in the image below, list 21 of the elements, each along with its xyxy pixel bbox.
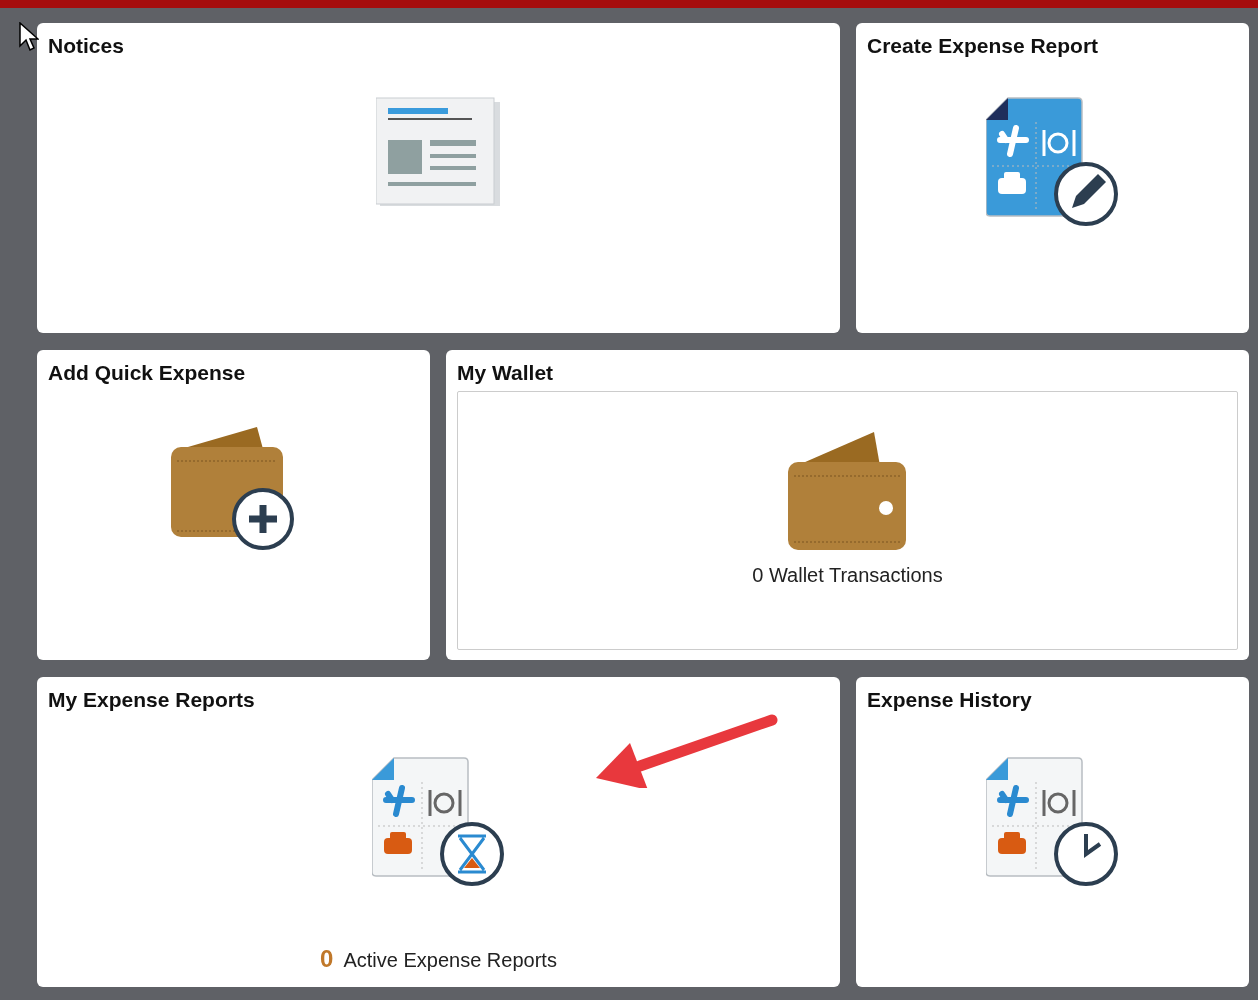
mouse-cursor-icon [19, 22, 39, 52]
tile-title: Create Expense Report [867, 33, 1099, 59]
tile-title: My Expense Reports [48, 687, 255, 713]
wallet-summary: 0 Wallet Transactions [752, 563, 943, 589]
newspaper-icon [375, 96, 502, 209]
expense-report-pencil-icon [985, 94, 1120, 229]
expense-report-clock-icon [985, 754, 1120, 889]
tile-card[interactable]: Notices [37, 23, 840, 333]
tile-title: My Wallet [457, 360, 554, 386]
tile-card[interactable]: My Expense Reports 0 Active Expense Reports [37, 677, 840, 987]
report-count: 0 [320, 944, 334, 974]
tile-card[interactable]: Add Quick Expense [37, 350, 430, 660]
tile-card[interactable]: Expense History [856, 677, 1249, 987]
expense-report-hourglass-icon [371, 754, 506, 889]
tile-title: Add Quick Expense [48, 360, 246, 386]
report-caption: Active Expense Reports [343, 948, 557, 973]
tile-card[interactable]: Create Expense Report [856, 23, 1249, 333]
tile-title: Notices [48, 33, 124, 59]
tile-card[interactable]: My Wallet 0 Wallet Transactions [446, 350, 1249, 660]
tile-title: Expense History [867, 687, 1032, 713]
wallet-icon [787, 432, 908, 553]
